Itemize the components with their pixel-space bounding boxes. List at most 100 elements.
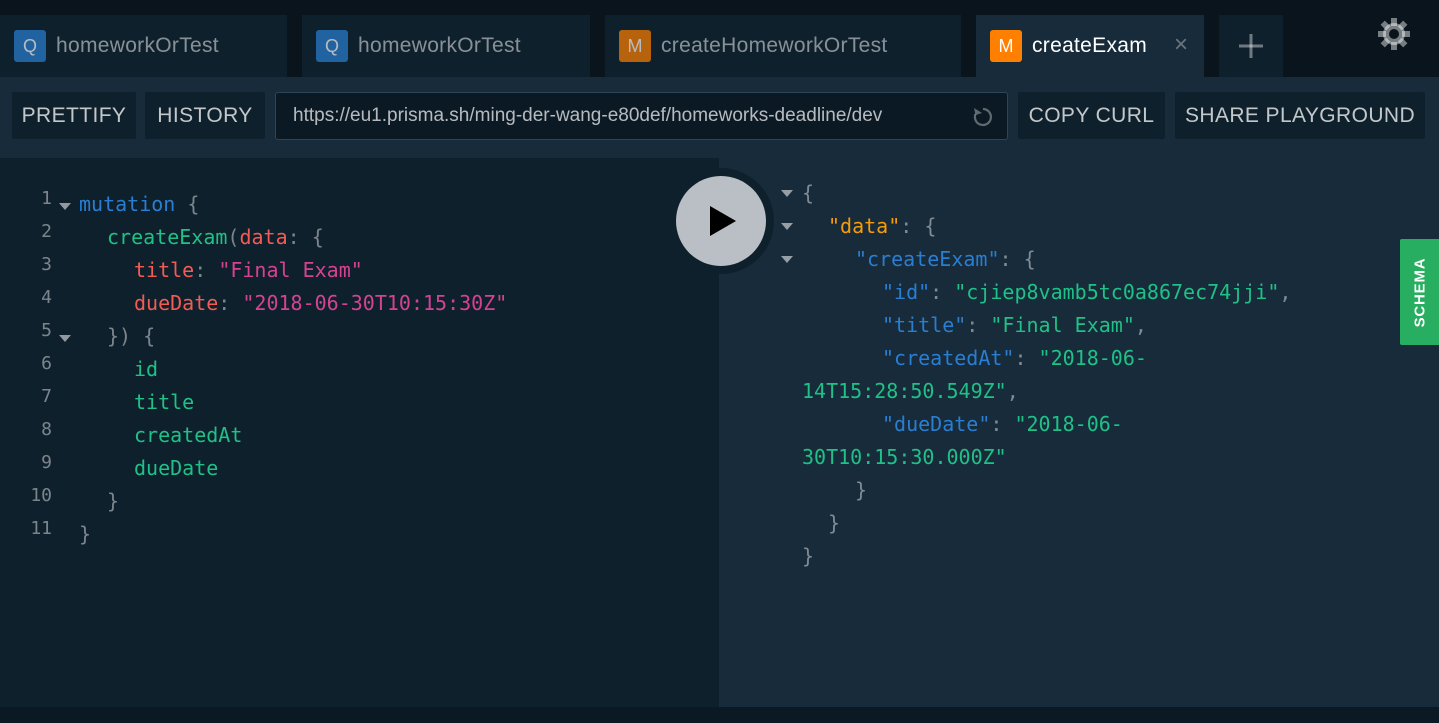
punctuation: : <box>194 258 219 282</box>
code-line: createExam(data: { <box>107 221 324 254</box>
toolbar: PRETTIFY HISTORY https://eu1.prisma.sh/m… <box>0 77 1439 158</box>
line-number: 7 <box>41 386 52 407</box>
punctuation: , <box>1006 379 1019 403</box>
tab-homeworkOrTest-1[interactable]: Q homeworkOrTest <box>0 15 287 77</box>
tab-label: homeworkOrTest <box>358 34 521 57</box>
query-editor[interactable]: 1 2 3 4 5 6 7 8 9 10 11 mutation { creat… <box>0 158 719 707</box>
line-number: 5 <box>41 320 52 341</box>
result-viewer: { "data": { "createExam": { "id": "cjiep… <box>719 158 1439 707</box>
code-line: id <box>134 357 159 381</box>
line-number: 1 <box>41 188 52 209</box>
line-number: 4 <box>41 287 52 308</box>
result-line: 14T15:28:50.549Z", <box>802 375 1019 408</box>
json-key: "id" <box>882 280 931 304</box>
mutation-badge: M <box>990 30 1022 62</box>
code-line: } <box>107 489 120 513</box>
json-key: "data" <box>828 214 901 238</box>
punctuation: { <box>175 192 200 216</box>
json-value: "cjiep8vamb5tc0a867ec74jji" <box>954 280 1280 304</box>
json-value: 30T10:15:30.000Z" <box>802 445 1007 469</box>
code-line: dueDate <box>134 456 219 480</box>
gear-icon[interactable] <box>1376 16 1412 52</box>
line-number: 8 <box>41 419 52 440</box>
string-value: "2018-06-30T10:15:30Z" <box>242 291 508 315</box>
keyword: mutation <box>79 192 176 216</box>
line-number: 10 <box>30 485 52 506</box>
tab-label: homeworkOrTest <box>56 34 219 57</box>
json-value: "2018-06- <box>1038 346 1147 370</box>
tab-label: createExam <box>1032 34 1148 57</box>
code-line: title: "Final Exam" <box>134 254 363 287</box>
code-line: title <box>134 390 195 414</box>
tab-createExam[interactable]: M createExam × <box>976 15 1204 77</box>
code-line: } <box>79 522 92 546</box>
play-icon <box>676 176 766 266</box>
query-badge: Q <box>14 30 46 62</box>
plus-icon[interactable] <box>1219 15 1283 77</box>
argument-name: data <box>239 225 288 249</box>
share-playground-button[interactable]: SHARE PLAYGROUND <box>1175 92 1425 139</box>
field-name: createExam <box>107 225 228 249</box>
json-key: "dueDate" <box>882 412 991 436</box>
endpoint-url-input[interactable]: https://eu1.prisma.sh/ming-der-wang-e80d… <box>275 92 1008 140</box>
input-key: title <box>134 258 195 282</box>
json-value: "2018-06- <box>1014 412 1123 436</box>
result-line: 30T10:15:30.000Z" <box>802 441 1007 474</box>
json-key: "createdAt" <box>882 346 1015 370</box>
fold-toggle-icon[interactable] <box>59 203 71 210</box>
copy-curl-button[interactable]: COPY CURL <box>1018 92 1165 139</box>
query-badge: Q <box>316 30 348 62</box>
result-line: { <box>802 181 815 205</box>
line-number: 2 <box>41 221 52 242</box>
line-number: 9 <box>41 452 52 473</box>
code-line: mutation { <box>79 188 199 221</box>
result-line: "createdAt": "2018-06- <box>882 342 1147 375</box>
fold-toggle-icon[interactable] <box>781 190 793 197</box>
json-key: "title" <box>882 313 967 337</box>
string-value: "Final Exam" <box>218 258 363 282</box>
punctuation: : { <box>287 225 324 249</box>
result-line: "data": { <box>828 210 936 243</box>
input-key: dueDate <box>134 291 219 315</box>
close-icon[interactable]: × <box>1174 33 1188 57</box>
mutation-badge: M <box>619 30 651 62</box>
fold-toggle-icon[interactable] <box>781 256 793 263</box>
prettify-button[interactable]: PRETTIFY <box>12 92 136 139</box>
tab-bar: Q homeworkOrTest Q homeworkOrTest M crea… <box>0 0 1439 77</box>
tab-createHomeworkOrTest[interactable]: M createHomeworkOrTest <box>605 15 961 77</box>
tab-label: createHomeworkOrTest <box>661 34 888 57</box>
json-value: 14T15:28:50.549Z" <box>802 379 1007 403</box>
reload-icon[interactable] <box>971 105 995 129</box>
line-number: 6 <box>41 353 52 374</box>
result-line: "id": "cjiep8vamb5tc0a867ec74jji", <box>882 276 1291 309</box>
result-line: } <box>828 511 841 535</box>
punctuation: : { <box>900 214 937 238</box>
result-line: } <box>855 478 868 502</box>
json-value: "Final Exam" <box>990 313 1135 337</box>
tab-homeworkOrTest-2[interactable]: Q homeworkOrTest <box>302 15 590 77</box>
line-number: 3 <box>41 254 52 275</box>
history-button[interactable]: HISTORY <box>145 92 265 139</box>
json-key: "createExam" <box>855 247 1000 271</box>
bottom-bar <box>0 707 1439 723</box>
schema-label: SCHEMA <box>1411 257 1428 327</box>
result-line: "createExam": { <box>855 243 1036 276</box>
code-line: createdAt <box>134 423 243 447</box>
result-line: "dueDate": "2018-06- <box>882 408 1123 441</box>
punctuation: : <box>1014 346 1039 370</box>
result-line: } <box>802 544 815 568</box>
punctuation: : <box>930 280 955 304</box>
result-line: "title": "Final Exam", <box>882 309 1147 342</box>
code-line: dueDate: "2018-06-30T10:15:30Z" <box>134 287 507 320</box>
punctuation: : <box>218 291 243 315</box>
line-number: 11 <box>30 518 52 539</box>
punctuation: : { <box>999 247 1036 271</box>
punctuation: , <box>1279 280 1292 304</box>
endpoint-url: https://eu1.prisma.sh/ming-der-wang-e80d… <box>293 105 883 126</box>
punctuation: , <box>1134 313 1147 337</box>
execute-query-button[interactable] <box>668 168 774 274</box>
fold-toggle-icon[interactable] <box>59 335 71 342</box>
schema-tab[interactable]: SCHEMA <box>1400 239 1439 345</box>
fold-toggle-icon[interactable] <box>781 223 793 230</box>
punctuation: ( <box>227 225 240 249</box>
